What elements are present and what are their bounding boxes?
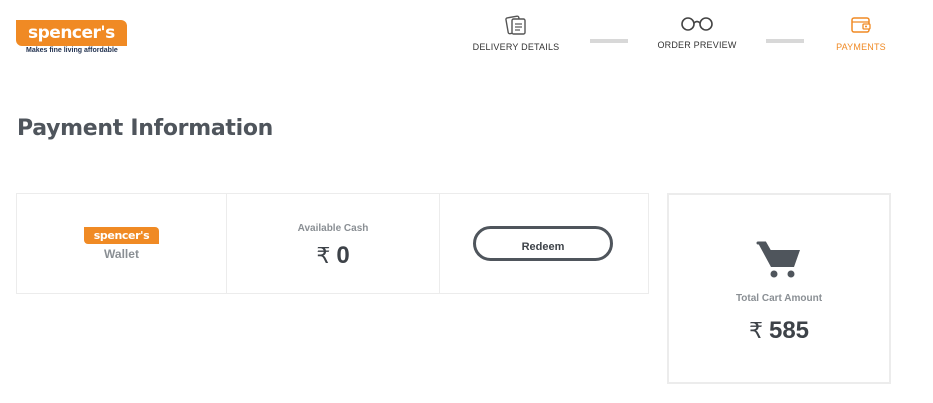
step-connector: [590, 39, 628, 43]
rupee-symbol: ₹: [316, 243, 331, 268]
available-cash-value: 0: [336, 242, 350, 269]
step-payments[interactable]: PAYMENTS: [826, 16, 896, 52]
rupee-symbol: ₹: [748, 318, 763, 343]
brand-logo[interactable]: spencer's Makes fine living affordable: [16, 20, 128, 58]
step-label: DELIVERY DETAILS: [472, 42, 560, 52]
step-delivery-details[interactable]: DELIVERY DETAILS: [470, 14, 562, 52]
total-cart-value: 585: [768, 317, 810, 344]
wallet-brand-cell: spencer's Wallet: [17, 194, 227, 293]
available-cash-amount: ₹0: [227, 242, 439, 270]
redeem-cell: Redeem: [440, 194, 648, 293]
logo-badge: spencer's: [16, 20, 127, 46]
redeem-button[interactable]: Redeem: [473, 226, 613, 261]
wallet-icon: [851, 17, 871, 33]
step-order-preview[interactable]: ORDER PREVIEW: [652, 16, 742, 50]
cart-icon: [756, 241, 800, 278]
logo-tagline: Makes fine living affordable: [26, 47, 118, 54]
step-label: ORDER PREVIEW: [657, 40, 737, 50]
wallet-label: Wallet: [104, 247, 139, 261]
total-cart-label: Total Cart Amount: [735, 293, 823, 304]
total-cart-amount: ₹585: [669, 317, 889, 345]
available-cash-label: Available Cash: [297, 223, 369, 234]
wallet-brand-logo: spencer's: [84, 227, 159, 244]
page-title: Payment Information: [17, 116, 274, 141]
wallet-panel: spencer's Wallet Available Cash ₹0 Redee…: [16, 193, 649, 294]
step-label: PAYMENTS: [836, 42, 886, 52]
cart-total-panel: Total Cart Amount ₹585: [667, 193, 891, 384]
glasses-icon: [681, 17, 713, 31]
available-cash-cell: Available Cash ₹0: [227, 194, 440, 293]
delivery-form-icon: [505, 15, 526, 35]
step-connector: [766, 39, 804, 43]
